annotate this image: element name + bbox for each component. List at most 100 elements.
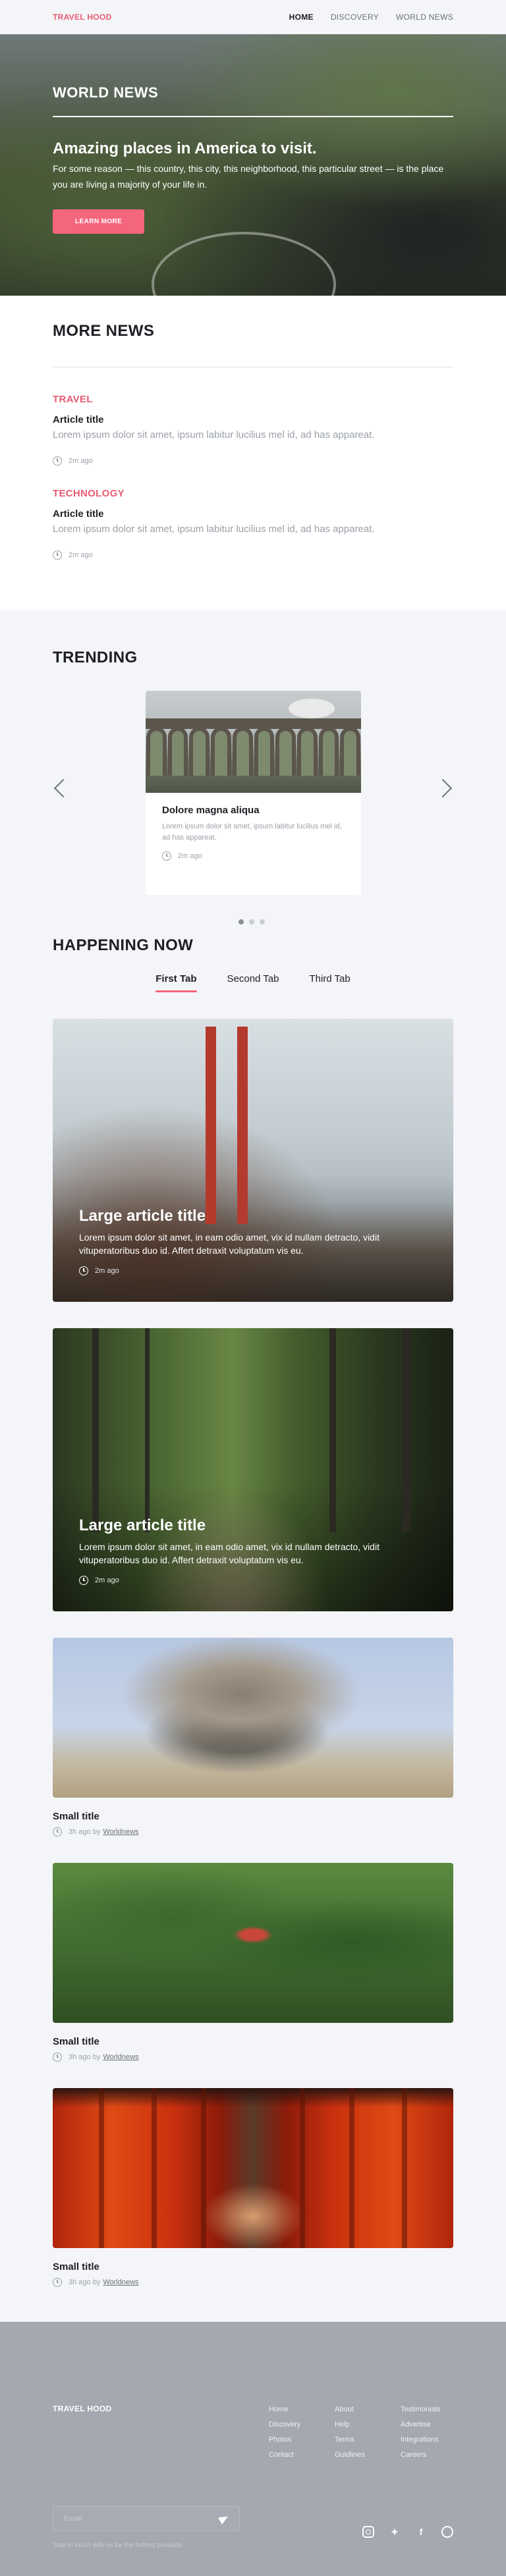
news-category[interactable]: TRAVEL <box>53 394 453 405</box>
viaduct-arches <box>146 727 361 776</box>
news-item[interactable]: TRAVEL Article title Lorem ipsum dolor s… <box>53 394 453 466</box>
small-article-author[interactable]: Worldnews <box>103 1828 138 1836</box>
small-article-card[interactable]: Small title 3h ago by Worldnews <box>53 2088 453 2287</box>
hero-road <box>152 232 336 296</box>
small-article-meta: 3h ago by Worldnews <box>53 2053 453 2062</box>
small-article-title[interactable]: Small title <box>53 2036 453 2047</box>
news-title[interactable]: Article title <box>53 414 453 425</box>
more-news-heading: MORE NEWS <box>53 322 155 340</box>
footer-link-about[interactable]: About <box>335 2402 401 2417</box>
tree-trunk <box>92 1328 99 1532</box>
tree-trunk <box>402 1328 411 1532</box>
large-article-title[interactable]: Large article title <box>79 1207 427 1225</box>
nav-discovery[interactable]: DISCOVERY <box>331 13 379 22</box>
footer-logo[interactable]: TRAVEL HOOD <box>53 2404 112 2413</box>
trending-card-title[interactable]: Dolore magna aliqua <box>162 805 345 816</box>
main-nav: HOME DISCOVERY WORLD NEWS <box>289 13 453 22</box>
clock-icon <box>53 456 62 466</box>
large-article-card[interactable]: Large article title Lorem ipsum dolor si… <box>53 1328 453 1611</box>
learn-more-button[interactable]: LEARN MORE <box>53 209 145 234</box>
footer-link-terms[interactable]: Terms <box>335 2432 401 2448</box>
clock-icon <box>79 1576 88 1585</box>
hero-title: Amazing places in America to visit. <box>53 140 317 157</box>
social-links: ✦ f <box>362 2526 453 2538</box>
clock-icon <box>53 2053 62 2062</box>
large-article-time: 2m ago <box>95 1576 119 1584</box>
hero-divider <box>53 116 453 117</box>
footer-link-help[interactable]: Help <box>335 2417 401 2432</box>
footer-link-advertise[interactable]: Advertise <box>401 2417 466 2432</box>
train-smoke <box>289 699 335 718</box>
dribbble-icon[interactable] <box>441 2526 453 2538</box>
hero-section-label: WORLD NEWS <box>53 84 159 101</box>
small-article-author[interactable]: Worldnews <box>103 2278 138 2286</box>
footer-column: About Help Terms Guidlines <box>335 2402 401 2463</box>
trending-card-time: 2m ago <box>178 852 202 860</box>
clock-icon <box>53 2278 62 2287</box>
footer-link-contact[interactable]: Contact <box>269 2448 335 2463</box>
footer-link-guidelines[interactable]: Guidlines <box>335 2448 401 2463</box>
happening-now-section: HAPPENING NOW First Tab Second Tab Third… <box>0 936 506 2287</box>
tab-second[interactable]: Second Tab <box>227 973 279 992</box>
nav-home[interactable]: HOME <box>289 13 314 22</box>
torii-gates-image[interactable] <box>53 2088 453 2248</box>
twitter-icon[interactable]: ✦ <box>389 2526 401 2538</box>
happening-tabs: First Tab Second Tab Third Tab <box>53 973 453 992</box>
footer-link-home[interactable]: Home <box>269 2402 335 2417</box>
trending-card-image <box>146 691 361 793</box>
carousel-dot[interactable] <box>260 919 265 925</box>
tab-first[interactable]: First Tab <box>155 973 197 992</box>
more-news-section: MORE NEWS TRAVEL Article title Lorem ips… <box>0 296 506 610</box>
trending-card[interactable]: Dolore magna aliqua Lorem ipsum dolor si… <box>146 691 361 895</box>
bridge-tower <box>206 1027 216 1224</box>
small-article-meta: 3h ago by Worldnews <box>53 2278 453 2287</box>
site-footer: TRAVEL HOOD Home Discovery Photos Contac… <box>0 2322 506 2576</box>
news-text: Lorem ipsum dolor sit amet, ipsum labitu… <box>53 523 375 535</box>
small-article-title[interactable]: Small title <box>53 1811 453 1822</box>
send-icon[interactable] <box>217 2513 231 2525</box>
clock-icon <box>79 1266 88 1275</box>
instagram-icon[interactable] <box>362 2526 374 2538</box>
tab-third[interactable]: Third Tab <box>309 973 350 992</box>
news-category[interactable]: TECHNOLOGY <box>53 488 453 499</box>
carousel-prev-icon[interactable] <box>53 778 73 798</box>
small-article-author[interactable]: Worldnews <box>103 2053 138 2061</box>
tree-image[interactable] <box>53 1863 453 2023</box>
large-article-time: 2m ago <box>95 1267 119 1275</box>
news-item[interactable]: TECHNOLOGY Article title Lorem ipsum dol… <box>53 488 453 560</box>
trending-card-text: Lorem ipsum dolor sit amet, ipsum labitu… <box>162 822 342 842</box>
footer-link-integrations[interactable]: Integrations <box>401 2432 466 2448</box>
newsletter-note: Stay in touch with us for the hottest pr… <box>53 2542 183 2549</box>
hero-text: For some reason — this country, this cit… <box>53 163 444 190</box>
news-meta: 2m ago <box>53 456 453 466</box>
small-article-card[interactable]: Small title 3h ago by Worldnews <box>53 1863 453 2062</box>
news-title[interactable]: Article title <box>53 508 453 520</box>
site-logo[interactable]: TRAVEL HOOD <box>53 13 112 22</box>
carousel-dots <box>239 919 265 925</box>
footer-links: Home Discovery Photos Contact About Help… <box>269 2402 466 2463</box>
news-text: Lorem ipsum dolor sit amet, ipsum labitu… <box>53 429 375 441</box>
large-article-card[interactable]: Large article title Lorem ipsum dolor si… <box>53 1019 453 1302</box>
elephant-image[interactable] <box>53 1638 453 1798</box>
facebook-icon[interactable]: f <box>415 2526 427 2538</box>
footer-link-testimonials[interactable]: Testimonials <box>401 2402 466 2417</box>
footer-column: Home Discovery Photos Contact <box>269 2402 335 2463</box>
carousel-dot[interactable] <box>249 919 254 925</box>
bridge-tower <box>237 1027 248 1224</box>
carousel-dot[interactable] <box>239 919 244 925</box>
carousel-next-icon[interactable] <box>433 778 453 798</box>
hero-banner: WORLD NEWS Amazing places in America to … <box>0 34 506 296</box>
large-article-text: Lorem ipsum dolor sit amet, in eam odio … <box>79 1232 380 1256</box>
news-meta: 2m ago <box>53 550 453 560</box>
small-article-card[interactable]: Small title 3h ago by Worldnews <box>53 1638 453 1837</box>
large-article-title[interactable]: Large article title <box>79 1516 427 1535</box>
footer-link-photos[interactable]: Photos <box>269 2432 335 2448</box>
nav-world-news[interactable]: WORLD NEWS <box>396 13 453 22</box>
small-article-time: 3h ago by <box>69 2053 101 2061</box>
top-navigation: TRAVEL HOOD HOME DISCOVERY WORLD NEWS <box>0 0 506 34</box>
newsletter-email-field[interactable]: Email <box>53 2506 240 2531</box>
footer-link-discovery[interactable]: Discovery <box>269 2417 335 2432</box>
small-article-title[interactable]: Small title <box>53 2261 453 2272</box>
footer-link-careers[interactable]: Careers <box>401 2448 466 2463</box>
small-article-time: 3h ago by <box>69 1828 101 1836</box>
